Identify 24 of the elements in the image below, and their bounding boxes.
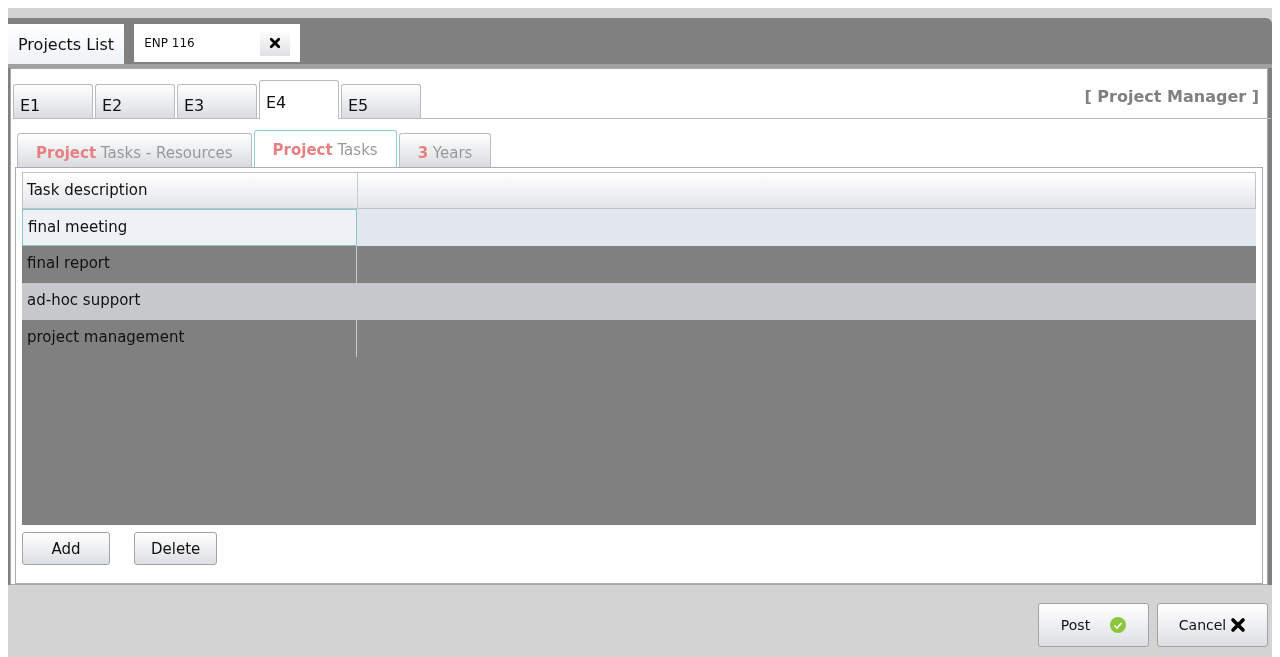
close-icon: [269, 37, 282, 49]
tab[interactable]: E1: [13, 84, 93, 119]
close-tab-button[interactable]: [260, 30, 291, 56]
tab-label: ENP 116: [144, 36, 195, 50]
table-cell: project management: [22, 320, 357, 357]
table-row[interactable]: project management: [22, 320, 1256, 357]
tab[interactable]: E4: [259, 80, 339, 120]
tab-label: Projects List: [18, 34, 115, 54]
table-cell: final meeting: [22, 209, 357, 246]
tab[interactable]: E2: [95, 84, 175, 119]
document-tab[interactable]: Projects List: [8, 24, 125, 64]
document-tab[interactable]: ENP 116: [134, 24, 301, 62]
role-label: [ Project Manager ]: [1084, 87, 1259, 109]
grid-button[interactable]: Add: [22, 532, 110, 565]
grid-button[interactable]: Delete: [134, 532, 218, 565]
close-icon: [1230, 617, 1247, 633]
check-icon: [1110, 617, 1127, 633]
tab[interactable]: E3: [177, 84, 257, 119]
table-row[interactable]: final meeting: [22, 209, 1256, 246]
cancel-button[interactable]: Cancel: [1157, 603, 1268, 647]
table-cell-text: ad-hoc support: [26, 290, 142, 311]
table-row[interactable]: ad-hoc support: [22, 283, 1256, 320]
post-button[interactable]: Post: [1038, 603, 1149, 647]
tab[interactable]: E5: [341, 84, 421, 119]
